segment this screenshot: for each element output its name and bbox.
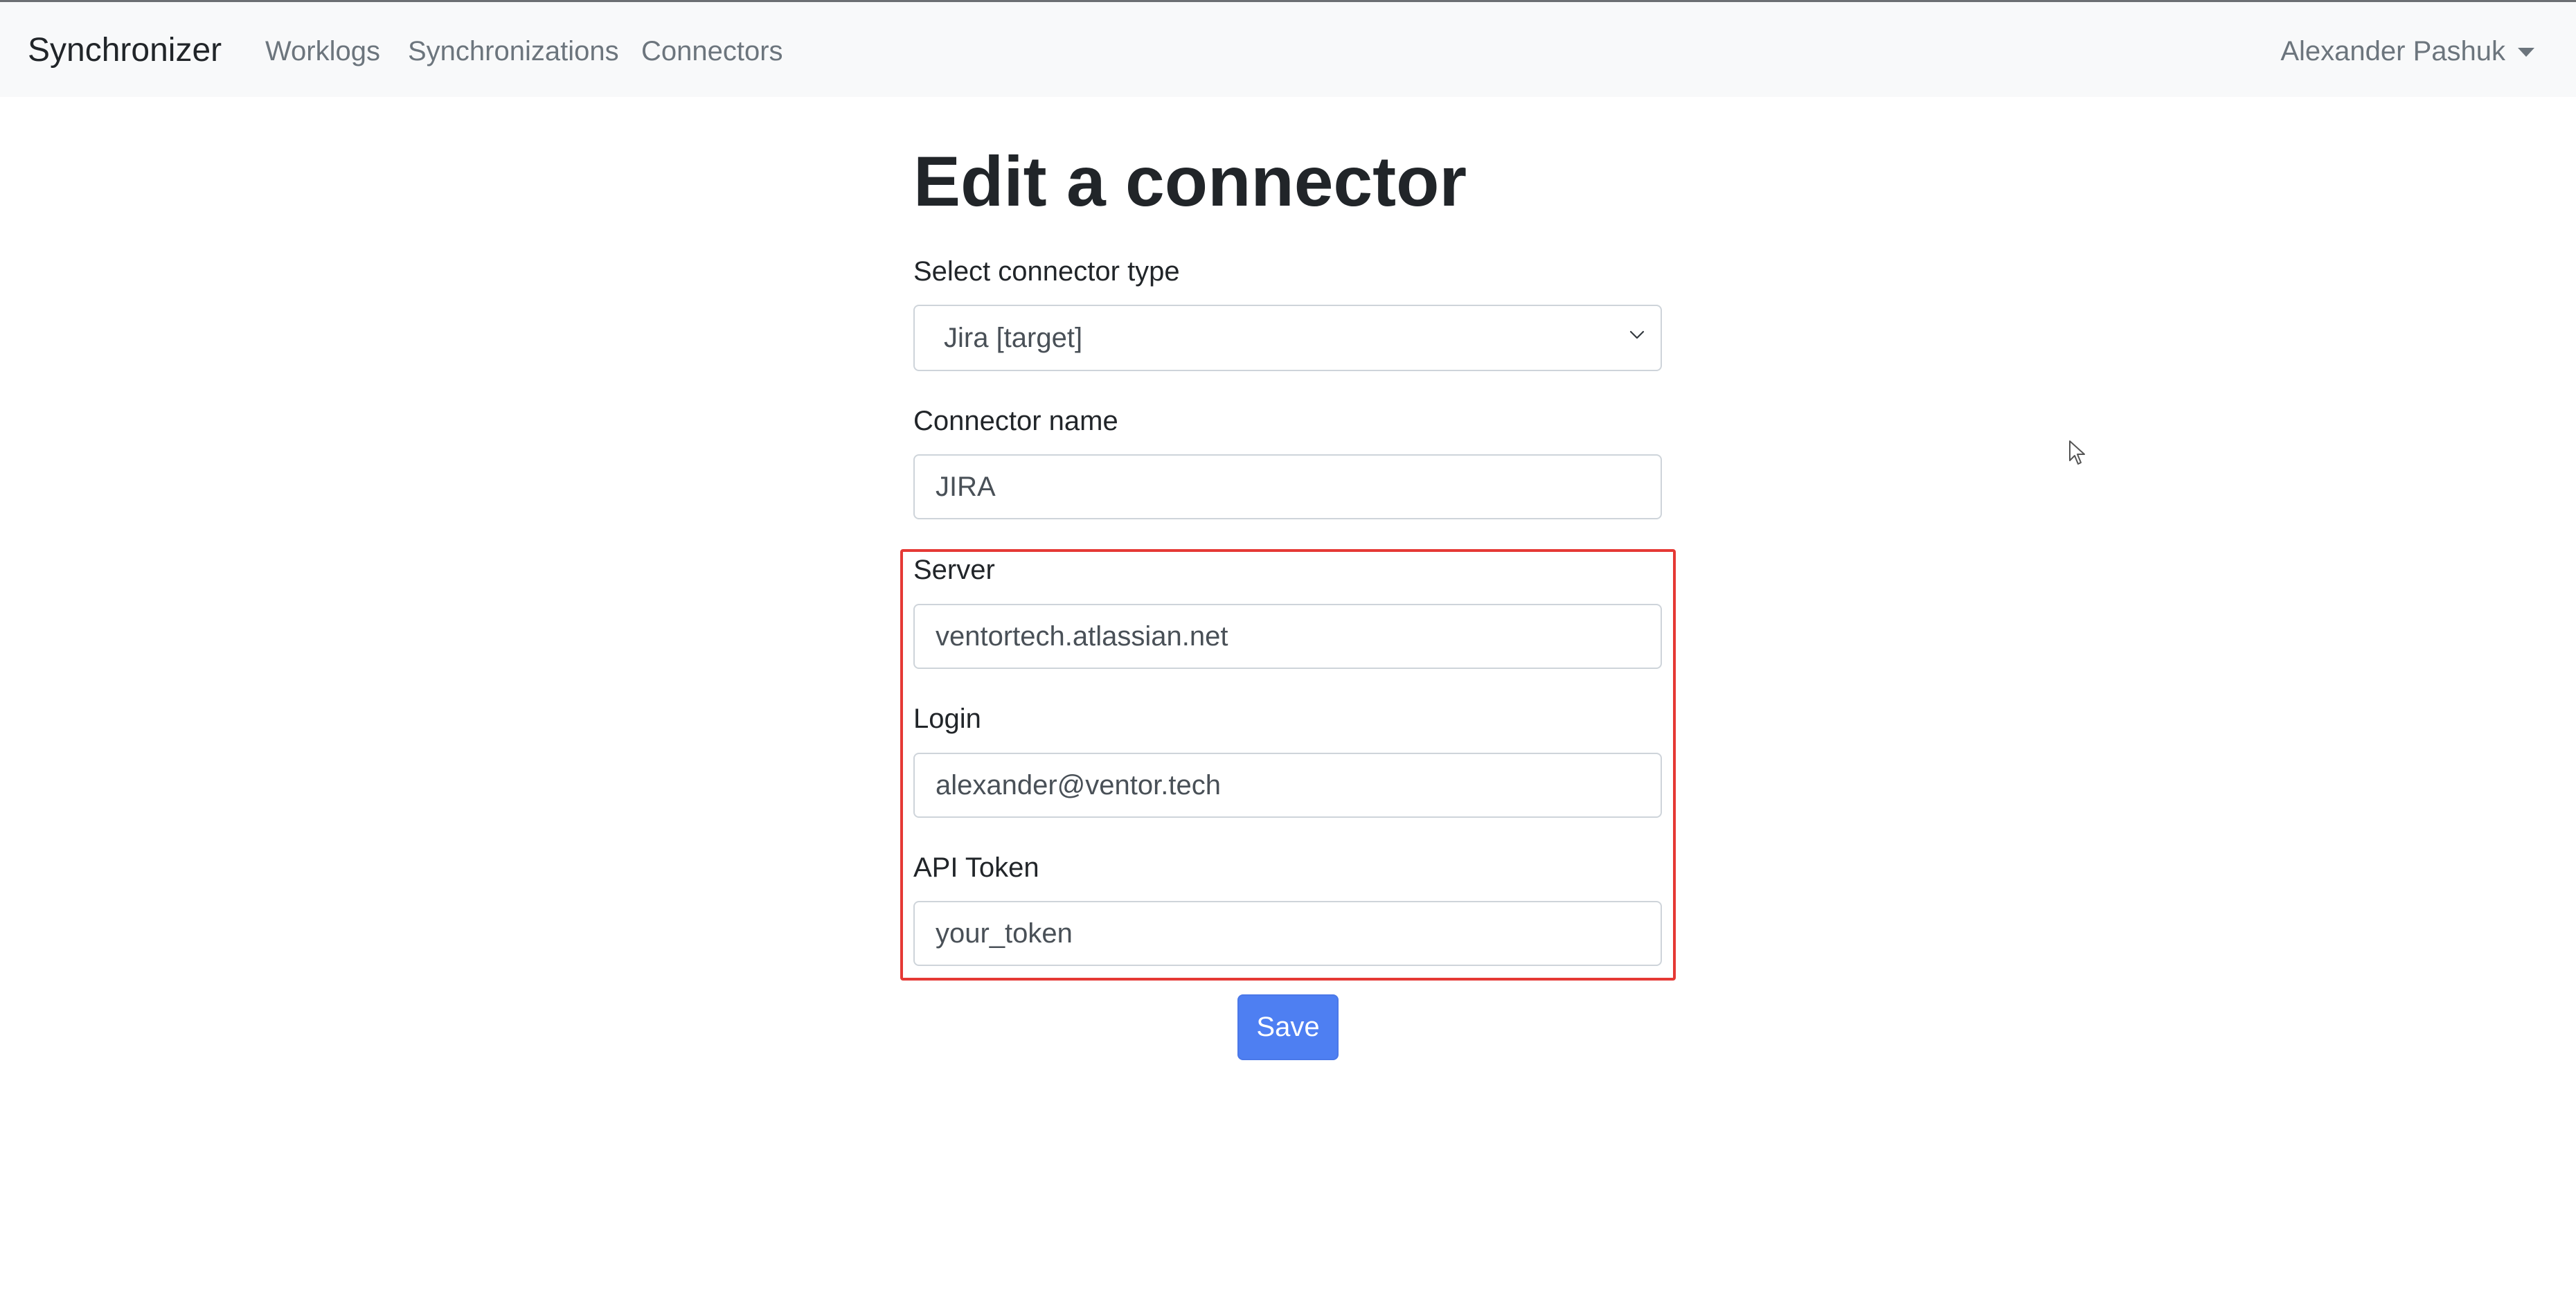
connector-type-label: Select connector type — [913, 256, 1180, 287]
server-input[interactable] — [913, 604, 1662, 669]
login-label: Login — [913, 704, 981, 734]
navbar: Synchronizer Worklogs Synchronizations C… — [0, 2, 2576, 97]
connector-type-selected-value: Jira [target] — [944, 323, 1083, 353]
connector-name-input[interactable] — [913, 454, 1662, 519]
page: Synchronizer Worklogs Synchronizations C… — [0, 0, 2576, 1306]
api-token-input[interactable] — [913, 901, 1662, 966]
page-title: Edit a connector — [913, 142, 1467, 221]
nav-link-synchronizations[interactable]: Synchronizations — [408, 34, 619, 69]
brand-logo[interactable]: Synchronizer — [28, 31, 222, 70]
save-button[interactable]: Save — [1237, 994, 1339, 1060]
mouse-cursor-icon — [2069, 440, 2085, 465]
nav-link-worklogs[interactable]: Worklogs — [265, 34, 380, 69]
nav-link-connectors[interactable]: Connectors — [641, 34, 783, 69]
login-input[interactable] — [913, 753, 1662, 818]
server-label: Server — [913, 555, 995, 585]
user-name: Alexander Pashuk — [2280, 36, 2505, 66]
connector-type-select[interactable]: Jira [target] — [913, 305, 1662, 371]
user-menu-dropdown[interactable]: Alexander Pashuk — [2280, 34, 2534, 69]
api-token-label: API Token — [913, 852, 1039, 883]
caret-down-icon — [2518, 47, 2534, 57]
chevron-down-icon — [1629, 330, 1645, 339]
connector-name-label: Connector name — [913, 406, 1118, 436]
